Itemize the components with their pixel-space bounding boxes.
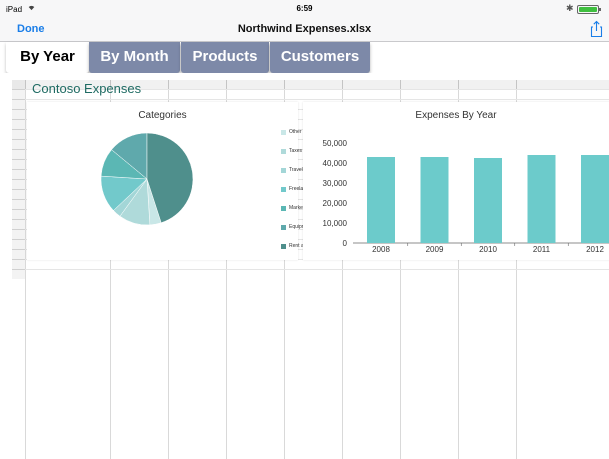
y-tick-label: 0 bbox=[343, 239, 348, 248]
y-tick-label: 40,000 bbox=[323, 159, 348, 168]
share-icon[interactable] bbox=[590, 20, 603, 38]
row-header[interactable] bbox=[12, 229, 25, 239]
status-bar: iPad 6:59 ✱ bbox=[0, 0, 609, 18]
column-header[interactable] bbox=[400, 80, 458, 89]
row-header[interactable] bbox=[12, 119, 25, 129]
x-tick-label: 2010 bbox=[479, 245, 497, 254]
sheet-title: Contoso Expenses bbox=[32, 81, 142, 96]
column-header[interactable] bbox=[516, 80, 609, 89]
legend-swatch bbox=[281, 225, 286, 230]
row-header[interactable] bbox=[12, 219, 25, 229]
battery-level bbox=[579, 7, 597, 12]
column-header[interactable] bbox=[458, 80, 516, 89]
row-header[interactable] bbox=[12, 249, 25, 259]
tab-by-year[interactable]: By Year bbox=[6, 42, 89, 73]
row-header[interactable] bbox=[12, 129, 25, 139]
grid-row-line bbox=[25, 99, 609, 100]
column-header[interactable] bbox=[226, 80, 284, 89]
legend-swatch bbox=[281, 187, 286, 192]
legend-label: Other bbox=[289, 129, 302, 135]
legend-swatch bbox=[281, 206, 286, 211]
bar bbox=[581, 155, 609, 243]
x-tick-label: 2009 bbox=[426, 245, 444, 254]
bluetooth-icon: ✱ bbox=[566, 3, 574, 13]
row-header[interactable] bbox=[12, 99, 25, 109]
row-header[interactable] bbox=[12, 189, 25, 199]
column-header[interactable] bbox=[284, 80, 342, 89]
navigation-bar: Done Northwind Expenses.xlsx bbox=[0, 18, 609, 42]
row-header[interactable] bbox=[12, 199, 25, 209]
x-tick-label: 2012 bbox=[586, 245, 604, 254]
legend-swatch bbox=[281, 130, 286, 135]
legend-swatch bbox=[281, 149, 286, 154]
tab-customers[interactable]: Customers bbox=[270, 42, 370, 73]
spreadsheet-grid[interactable]: Contoso Expenses Categories Other Taxes Tr… bbox=[0, 73, 609, 459]
bar bbox=[474, 158, 502, 243]
tab-products[interactable]: Products bbox=[181, 42, 269, 73]
legend-swatch bbox=[281, 244, 286, 249]
grid-row-line bbox=[25, 269, 609, 270]
bar bbox=[367, 157, 395, 243]
grid-column-line bbox=[25, 89, 26, 459]
select-all-corner[interactable] bbox=[12, 80, 25, 89]
y-tick-label: 20,000 bbox=[323, 199, 348, 208]
y-tick-label: 30,000 bbox=[323, 179, 348, 188]
document-title: Northwind Expenses.xlsx bbox=[237, 23, 372, 35]
categories-chart[interactable]: Categories OtherTaxesTravelFreelancersMa… bbox=[27, 102, 318, 260]
x-tick-label: 2011 bbox=[533, 245, 551, 254]
legend-label: Taxes bbox=[289, 148, 303, 154]
row-header[interactable] bbox=[12, 269, 25, 279]
row-header[interactable] bbox=[12, 149, 25, 159]
row-header[interactable] bbox=[12, 239, 25, 249]
y-tick-label: 10,000 bbox=[323, 219, 348, 228]
sheet-tabs: By Year By Month Products Customers bbox=[0, 42, 609, 73]
y-tick-label: 50,000 bbox=[323, 139, 348, 148]
row-header[interactable] bbox=[12, 169, 25, 179]
legend-label: Travel bbox=[289, 167, 303, 173]
bar bbox=[527, 155, 556, 243]
pie-chart bbox=[100, 132, 194, 226]
row-header[interactable] bbox=[12, 109, 25, 119]
row-header[interactable] bbox=[12, 209, 25, 219]
legend-swatch bbox=[281, 168, 286, 173]
bar bbox=[420, 157, 449, 243]
row-header[interactable] bbox=[12, 179, 25, 189]
row-header[interactable] bbox=[12, 89, 25, 99]
tab-by-month[interactable]: By Month bbox=[89, 42, 180, 73]
x-tick-label: 2008 bbox=[372, 245, 390, 254]
clock: 6:59 bbox=[296, 4, 313, 13]
row-header[interactable] bbox=[12, 259, 25, 269]
column-header[interactable] bbox=[342, 80, 400, 89]
row-header[interactable] bbox=[12, 139, 25, 149]
row-header[interactable] bbox=[12, 159, 25, 169]
bar-chart: 0 10,000 20,000 30,000 40,000 50,000 2008 2009 2… bbox=[323, 139, 609, 254]
column-header[interactable] bbox=[168, 80, 226, 89]
battery-icon bbox=[577, 5, 601, 14]
expenses-by-year-chart[interactable]: Expenses By Year 0 10,000 20,000 30,000 40,0… bbox=[303, 102, 609, 260]
